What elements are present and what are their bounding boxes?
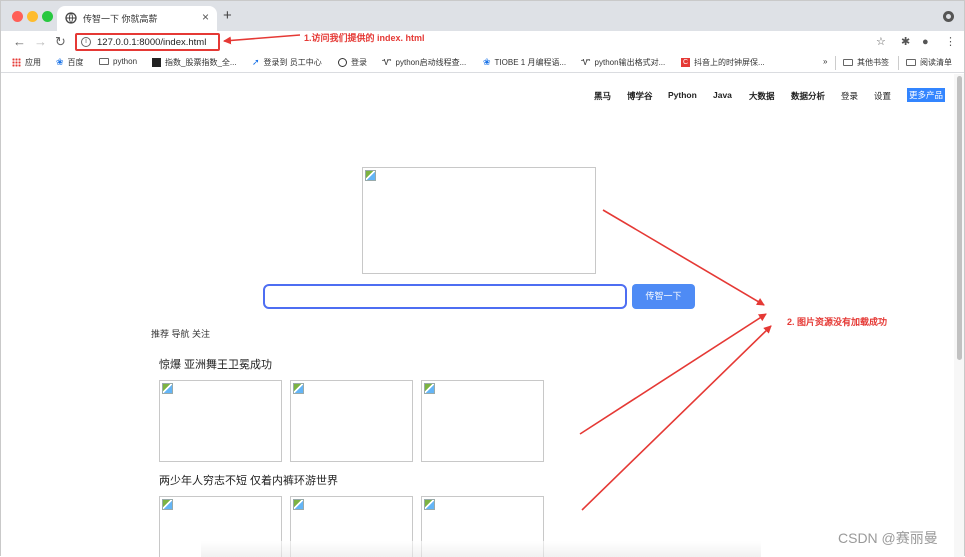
baidu-paw-icon: ❀ [483, 57, 491, 67]
bookmark-star-icon[interactable]: ☆ [876, 35, 886, 49]
browser-window: 传智一下 你就高薪 × + ← → ↻ i 127.0.0.1:8000/ind… [0, 0, 965, 557]
bookmark-other[interactable]: 其他书签 [843, 57, 889, 68]
back-arrow-icon[interactable]: ← [13, 34, 26, 50]
reload-icon[interactable]: ↻ [55, 34, 66, 50]
reading-list-icon [906, 59, 916, 66]
browser-profile-menu-icon[interactable] [943, 11, 954, 22]
folder-icon [843, 59, 853, 66]
nav-link-data-analysis[interactable]: 数据分析 [791, 90, 825, 102]
recommend-nav[interactable]: 推荐 导航 关注 [151, 327, 210, 340]
bookmark-label: 抖音上的时钟屏保... [694, 58, 765, 67]
more-products-button[interactable]: 更多产品 [907, 88, 945, 102]
nav-link-java[interactable]: Java [713, 90, 732, 100]
apps-grid-icon [12, 58, 21, 67]
bookmark-tiobe[interactable]: ❀ TIOBE 1 月编程语... [483, 57, 566, 68]
news-broken-image[interactable] [421, 380, 544, 462]
forward-arrow-icon[interactable]: → [34, 34, 47, 50]
maximize-window-button[interactable] [42, 11, 53, 22]
bookmark-label: 阅读清单 [920, 58, 952, 67]
new-tab-button[interactable]: + [223, 8, 232, 23]
page-bottom-shadow [201, 541, 761, 557]
tab-bar: 传智一下 你就高薪 × + [1, 1, 964, 31]
bookmark-label: python输出格式对... [594, 58, 666, 67]
bookmark-apps[interactable]: 应用 [12, 57, 41, 68]
bookmarks-overflow-button[interactable]: » [823, 57, 827, 66]
reading-list[interactable]: 阅读清单 [906, 57, 952, 68]
vertical-scrollbar[interactable] [954, 74, 964, 557]
info-icon[interactable]: i [81, 37, 91, 47]
bookmark-label: 百度 [67, 58, 84, 67]
bookmark-label: python [113, 57, 138, 66]
news-title[interactable]: 惊爆 亚洲舞王卫冕成功 [159, 356, 272, 372]
bookmark-stock-index[interactable]: 指数_股票指数_全... [152, 57, 237, 68]
tab-close-button[interactable]: × [202, 10, 209, 24]
nav-link-boxuegu[interactable]: 博学谷 [627, 90, 653, 102]
bookmark-label: 应用 [25, 58, 41, 67]
address-bar[interactable]: i 127.0.0.1:8000/index.html [75, 33, 220, 51]
tab-title: 传智一下 你就高薪 [83, 14, 158, 24]
annotation-visit-index: 1.访问我们提供的 index. html [304, 33, 425, 43]
red-c-icon: C [681, 58, 690, 67]
globe-icon [338, 58, 347, 67]
bookmark-label: 指数_股票指数_全... [165, 58, 237, 67]
news-title[interactable]: 两少年人穷志不短 仅着内裤环游世界 [159, 472, 338, 488]
more-menu-icon[interactable]: ⋮ [945, 35, 956, 49]
profile-avatar-icon[interactable]: ● [922, 35, 929, 49]
globe-icon [65, 12, 77, 24]
bookmark-label: 登录 [351, 58, 367, 67]
bookmark-baidu[interactable]: ❀ 百度 [56, 57, 84, 68]
bookmark-python-format[interactable]: Ꮙpython输出格式对... [581, 57, 665, 68]
minimize-window-button[interactable] [27, 11, 38, 22]
news-broken-image[interactable] [290, 380, 413, 462]
news-broken-image[interactable] [159, 380, 282, 462]
annotation-images-failed: 2. 图片资源没有加载成功 [787, 317, 888, 327]
nav-link-settings[interactable]: 设置 [874, 90, 891, 102]
bookmarks-bar: 应用 ❀ 百度 python 指数_股票指数_全... ➚ 登录到 员工中心 登录 … [1, 53, 964, 73]
bookmark-python-thread[interactable]: Ꮙpython启动线程查... [382, 57, 466, 68]
url-text[interactable]: 127.0.0.1:8000/index.html [97, 37, 206, 48]
scrollbar-thumb[interactable] [957, 76, 962, 360]
search-button[interactable]: 传智一下 [632, 284, 695, 309]
csdn-icon: Ꮙ [382, 57, 392, 67]
bookmark-label: 登录到 员工中心 [263, 58, 322, 67]
bookmark-douyin-clock[interactable]: C 抖音上的时钟屏保... [681, 57, 765, 68]
logo-broken-image [362, 167, 596, 274]
close-window-button[interactable] [12, 11, 23, 22]
nav-link-heima[interactable]: 黑马 [594, 90, 611, 102]
bookmark-label: python启动线程查... [395, 58, 467, 67]
bookmark-separator [835, 56, 836, 70]
bookmark-label: TIOBE 1 月编程语... [494, 58, 567, 67]
csdn-watermark: CSDN @赛丽曼 [838, 530, 938, 546]
search-input[interactable] [263, 284, 627, 309]
csdn-icon: Ꮙ [581, 57, 591, 67]
nav-link-bigdata[interactable]: 大数据 [749, 90, 775, 102]
page-content: 黑马 博学谷 Python Java 大数据 数据分析 登录 设置 更多产品 传… [1, 74, 954, 557]
folder-icon [99, 58, 109, 65]
bookmark-label: 其他书签 [857, 58, 889, 67]
baidu-paw-icon: ❀ [56, 57, 64, 67]
nav-link-login[interactable]: 登录 [841, 90, 858, 102]
nav-link-python[interactable]: Python [668, 90, 697, 100]
login-icon: ➚ [252, 57, 260, 67]
bookmark-separator [898, 56, 899, 70]
bookmark-python-folder[interactable]: python [99, 57, 137, 66]
bookmark-login[interactable]: 登录 [338, 57, 367, 68]
bookmark-employee-center[interactable]: ➚ 登录到 员工中心 [252, 57, 322, 68]
extensions-puzzle-icon[interactable]: ✱ [901, 35, 910, 49]
browser-toolbar: ← → ↻ i 127.0.0.1:8000/index.html ☆ ✱ ● … [1, 31, 964, 53]
stock-index-icon [152, 58, 161, 67]
browser-tab[interactable]: 传智一下 你就高薪 × [57, 6, 217, 31]
